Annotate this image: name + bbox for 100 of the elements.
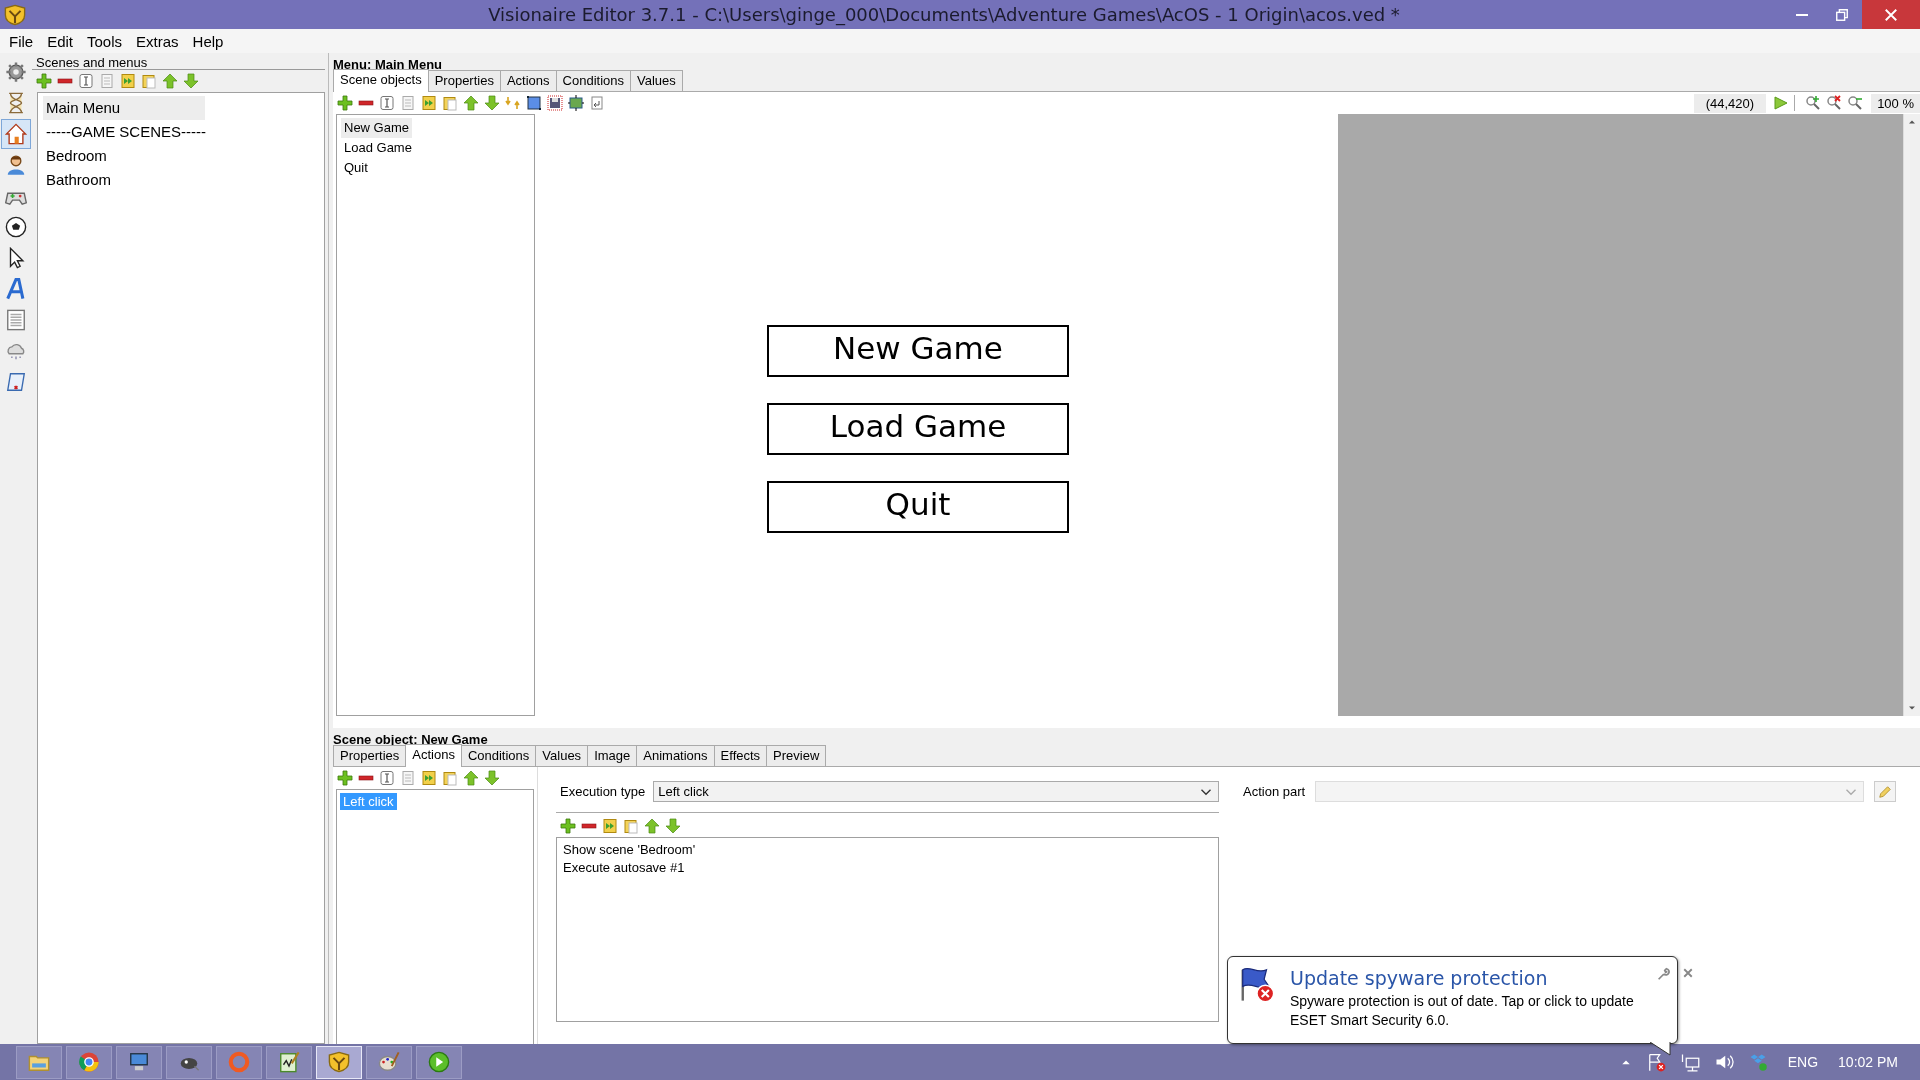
clipboard-icon[interactable] [442, 95, 458, 111]
execution-type-dropdown[interactable]: Left click [653, 781, 1219, 802]
play-icon[interactable] [1772, 95, 1789, 111]
tab[interactable]: Animations [636, 745, 715, 766]
import-icon[interactable] [421, 95, 437, 111]
plus-icon[interactable] [36, 73, 52, 89]
field-label: Action part [1243, 783, 1306, 799]
scene-list-item[interactable]: Main Menu [43, 96, 205, 120]
object-list-item[interactable]: Quit [341, 158, 371, 178]
taskbar-button[interactable] [166, 1045, 212, 1079]
menu-item[interactable]: Tools [80, 32, 130, 50]
menu-button[interactable]: Quit [767, 481, 1069, 533]
document-icon [5, 309, 27, 331]
tab[interactable]: Conditions [460, 745, 537, 766]
up-arrow-icon[interactable] [162, 73, 178, 89]
tab[interactable]: Values [630, 70, 683, 91]
notification-pointer [1650, 1042, 1672, 1056]
close-icon[interactable] [1682, 967, 1694, 979]
section-title: Menu: Main Menu [333, 56, 444, 71]
clipboard-icon[interactable] [442, 770, 458, 786]
plus-icon[interactable] [560, 818, 576, 834]
scene-list-item[interactable]: -----GAME SCENES----- [43, 120, 205, 144]
clock[interactable]: 10:02 PM [1838, 1054, 1898, 1070]
rename-icon[interactable] [379, 95, 395, 111]
action-part-item[interactable]: Execute autosave #1 [563, 860, 1212, 875]
house-icon [5, 123, 27, 145]
document-icon[interactable] [400, 770, 416, 786]
restore-icon [1835, 7, 1849, 22]
page-icon[interactable] [589, 95, 605, 111]
rectangle-icon[interactable] [526, 95, 542, 111]
menu-button[interactable]: New Game [767, 325, 1069, 377]
shield-icon [328, 1051, 350, 1073]
close-button[interactable] [1862, 0, 1920, 29]
close-icon [1884, 7, 1898, 22]
tab[interactable]: Actions [499, 70, 557, 91]
document-icon[interactable] [99, 73, 115, 89]
tab[interactable]: Effects [713, 745, 768, 766]
tab[interactable]: Properties [427, 70, 501, 91]
zoom-out-icon[interactable] [1847, 95, 1864, 111]
object-list-item[interactable]: Load Game [341, 138, 415, 158]
menu-item[interactable]: Edit [40, 32, 81, 50]
clipboard-icon[interactable] [141, 73, 157, 89]
notification-title: Update spyware protection [1290, 967, 1549, 989]
menu-button[interactable]: Load Game [767, 403, 1069, 455]
swap-arrows-icon[interactable] [505, 95, 521, 111]
zoom-in-icon[interactable] [1805, 95, 1822, 111]
scroll-down-icon[interactable] [1908, 704, 1916, 712]
down-arrow-icon[interactable] [183, 73, 199, 89]
zoom-reset-icon[interactable] [1826, 95, 1843, 111]
object-list-item[interactable]: New Game [341, 118, 413, 138]
taskbar-button[interactable] [16, 1045, 62, 1079]
scene-list-item[interactable]: Bedroom [43, 144, 205, 168]
import-icon[interactable] [602, 818, 618, 834]
up-arrow-icon[interactable] [644, 818, 660, 834]
down-arrow-icon[interactable] [484, 770, 500, 786]
field-label: Execution type [560, 784, 646, 799]
import-icon[interactable] [421, 770, 437, 786]
dropdown-value: Left click [658, 784, 709, 799]
tab[interactable]: Values [535, 745, 589, 766]
document-icon[interactable] [400, 95, 416, 111]
taskbar-button[interactable] [266, 1045, 312, 1079]
taskbar-button[interactable] [366, 1045, 412, 1079]
plus-icon[interactable] [337, 770, 353, 786]
tab[interactable]: Conditions [555, 70, 631, 91]
gear-icon [5, 61, 27, 83]
taskbar-button[interactable] [66, 1045, 112, 1079]
import-icon[interactable] [120, 73, 136, 89]
tab[interactable]: Properties [333, 745, 407, 766]
tab[interactable]: Actions [405, 744, 462, 767]
menu-item[interactable]: Help [185, 32, 231, 50]
wrench-icon[interactable] [1656, 967, 1670, 981]
scroll-up-icon[interactable] [1908, 118, 1916, 126]
down-arrow-icon[interactable] [665, 818, 681, 834]
plus-icon[interactable] [337, 95, 353, 111]
up-arrow-icon[interactable] [463, 770, 479, 786]
taskbar-button[interactable] [116, 1045, 162, 1079]
tab[interactable]: Scene objects [333, 69, 429, 92]
rename-icon[interactable] [379, 770, 395, 786]
language-indicator[interactable]: ENG [1787, 1054, 1819, 1070]
taskbar-button[interactable] [416, 1045, 462, 1079]
zoom-level: 100 % [1871, 93, 1920, 113]
tab[interactable]: Preview [766, 745, 827, 766]
menu-item[interactable]: File [2, 32, 41, 50]
floppy-icon[interactable] [547, 95, 563, 111]
pen-stroke-icon [5, 278, 27, 300]
scene-list-item[interactable]: Bathroom [43, 168, 205, 192]
notification-message: Spyware protection is out of date. Tap or click to update ESET Smart Security 6.0. [1290, 992, 1635, 1030]
pencil-icon [1878, 784, 1892, 799]
menu-item[interactable]: Extras [129, 32, 186, 50]
up-arrow-icon[interactable] [463, 95, 479, 111]
action-part-item[interactable]: Show scene 'Bedroom' [563, 842, 1212, 857]
down-arrow-icon[interactable] [484, 95, 500, 111]
network-icon[interactable] [1679, 1052, 1700, 1072]
picture-icon[interactable] [568, 95, 584, 111]
rename-icon[interactable] [78, 73, 94, 89]
scrollbar[interactable] [1903, 114, 1920, 716]
clipboard-icon[interactable] [623, 818, 639, 834]
panel-title: Scenes and menus [32, 53, 325, 70]
tab[interactable]: Image [587, 745, 638, 766]
person-icon [5, 154, 27, 176]
